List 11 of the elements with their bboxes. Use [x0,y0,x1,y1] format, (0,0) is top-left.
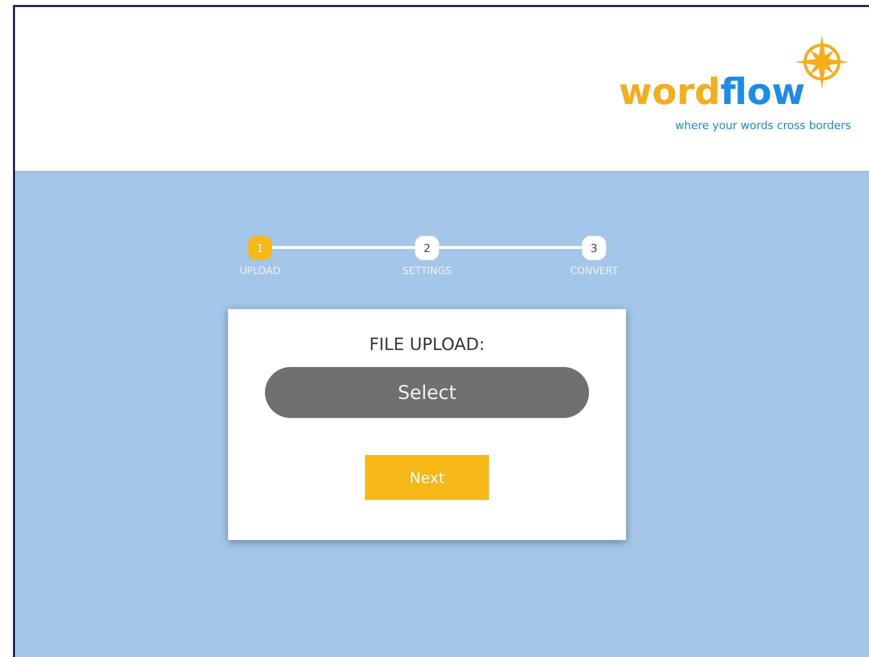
logo-text: flow [720,75,805,111]
logo-text: word [618,75,720,111]
tagline: where your words cross borders [675,119,851,132]
step-label: SETTINGS [402,266,452,277]
card-title: FILE UPLOAD: [369,335,485,355]
step-label: CONVERT [570,266,618,277]
step-number: 2 [415,236,439,260]
step-label: UPLOAD [240,266,280,277]
step-number: 3 [582,236,606,260]
select-button[interactable]: Select [265,367,589,418]
step-number: 1 [248,236,272,260]
